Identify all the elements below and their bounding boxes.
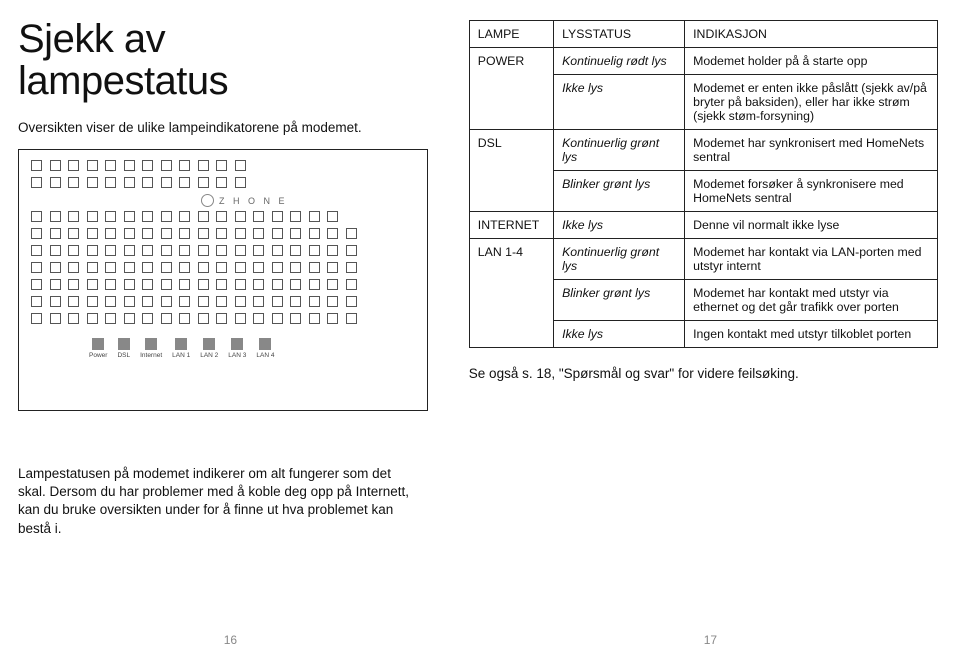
brand-text: Z H O N E [219, 196, 288, 206]
cell-status: Kontinuerlig grønt lys [554, 130, 685, 171]
cell-lampe: INTERNET [469, 212, 553, 239]
modem-illustration: Z H O N E Power DSL Internet LAN 1 LAN 2… [18, 149, 428, 411]
cell-ind: Modemet er enten ikke påslått (sjekk av/… [685, 75, 938, 130]
port-row: Power DSL Internet LAN 1 LAN 2 LAN 3 LAN… [89, 338, 415, 359]
th-lampe: LAMPE [469, 21, 553, 48]
table-row: DSL Kontinuerlig grønt lys Modemet har s… [469, 130, 937, 171]
cell-ind: Denne vil normalt ikke lyse [685, 212, 938, 239]
table-row: POWER Kontinuelig rødt lys Modemet holde… [469, 48, 937, 75]
cell-status: Ikke lys [554, 75, 685, 130]
title-line-2: lampestatus [18, 59, 228, 103]
footer-note: Se også s. 18, "Spørsmål og svar" for vi… [469, 366, 938, 381]
cell-ind: Modemet forsøker å synkronisere med Home… [685, 171, 938, 212]
cell-status: Blinker grønt lys [554, 280, 685, 321]
cell-status: Ikke lys [554, 212, 685, 239]
cell-ind: Modemet har kontakt via LAN-porten med u… [685, 239, 938, 280]
table-row: INTERNET Ikke lys Denne vil normalt ikke… [469, 212, 937, 239]
bottom-paragraph: Lampestatusen på modemet indikerer om al… [18, 465, 418, 538]
page-title: Sjekk av lampestatus [18, 18, 441, 102]
cell-lampe: LAN 1-4 [469, 239, 553, 348]
brand-ring-icon [201, 194, 214, 207]
left-page: Sjekk av lampestatus Oversikten viser de… [0, 0, 461, 657]
port-lan3: LAN 3 [228, 338, 246, 359]
th-indikasjon: INDIKASJON [685, 21, 938, 48]
cell-status: Kontinuelig rødt lys [554, 48, 685, 75]
cell-ind: Modemet har kontakt med utstyr via ether… [685, 280, 938, 321]
port-lan1: LAN 1 [172, 338, 190, 359]
cell-ind: Ingen kontakt med utstyr tilkoblet porte… [685, 321, 938, 348]
page-number-left: 16 [224, 633, 237, 647]
cell-ind: Modemet har synkronisert med HomeNets se… [685, 130, 938, 171]
cell-ind: Modemet holder på å starte opp [685, 48, 938, 75]
cell-lampe: POWER [469, 48, 553, 130]
cell-status: Blinker grønt lys [554, 171, 685, 212]
subtitle: Oversikten viser de ulike lampeindikator… [18, 120, 441, 135]
status-table: LAMPE LYSSTATUS INDIKASJON POWER Kontinu… [469, 20, 938, 348]
table-row: LAN 1-4 Kontinuerlig grønt lys Modemet h… [469, 239, 937, 280]
cell-status: Ikke lys [554, 321, 685, 348]
cell-status: Kontinuerlig grønt lys [554, 239, 685, 280]
page-number-right: 17 [704, 633, 717, 647]
th-lysstatus: LYSSTATUS [554, 21, 685, 48]
title-line-1: Sjekk av [18, 17, 165, 61]
right-page: LAMPE LYSSTATUS INDIKASJON POWER Kontinu… [461, 0, 960, 657]
port-lan2: LAN 2 [200, 338, 218, 359]
brand-label: Z H O N E [201, 194, 415, 207]
led-grid: Z H O N E [31, 160, 415, 324]
port-internet: Internet [140, 338, 162, 359]
port-dsl: DSL [117, 338, 130, 359]
port-power: Power [89, 338, 107, 359]
port-lan4: LAN 4 [256, 338, 274, 359]
cell-lampe: DSL [469, 130, 553, 212]
